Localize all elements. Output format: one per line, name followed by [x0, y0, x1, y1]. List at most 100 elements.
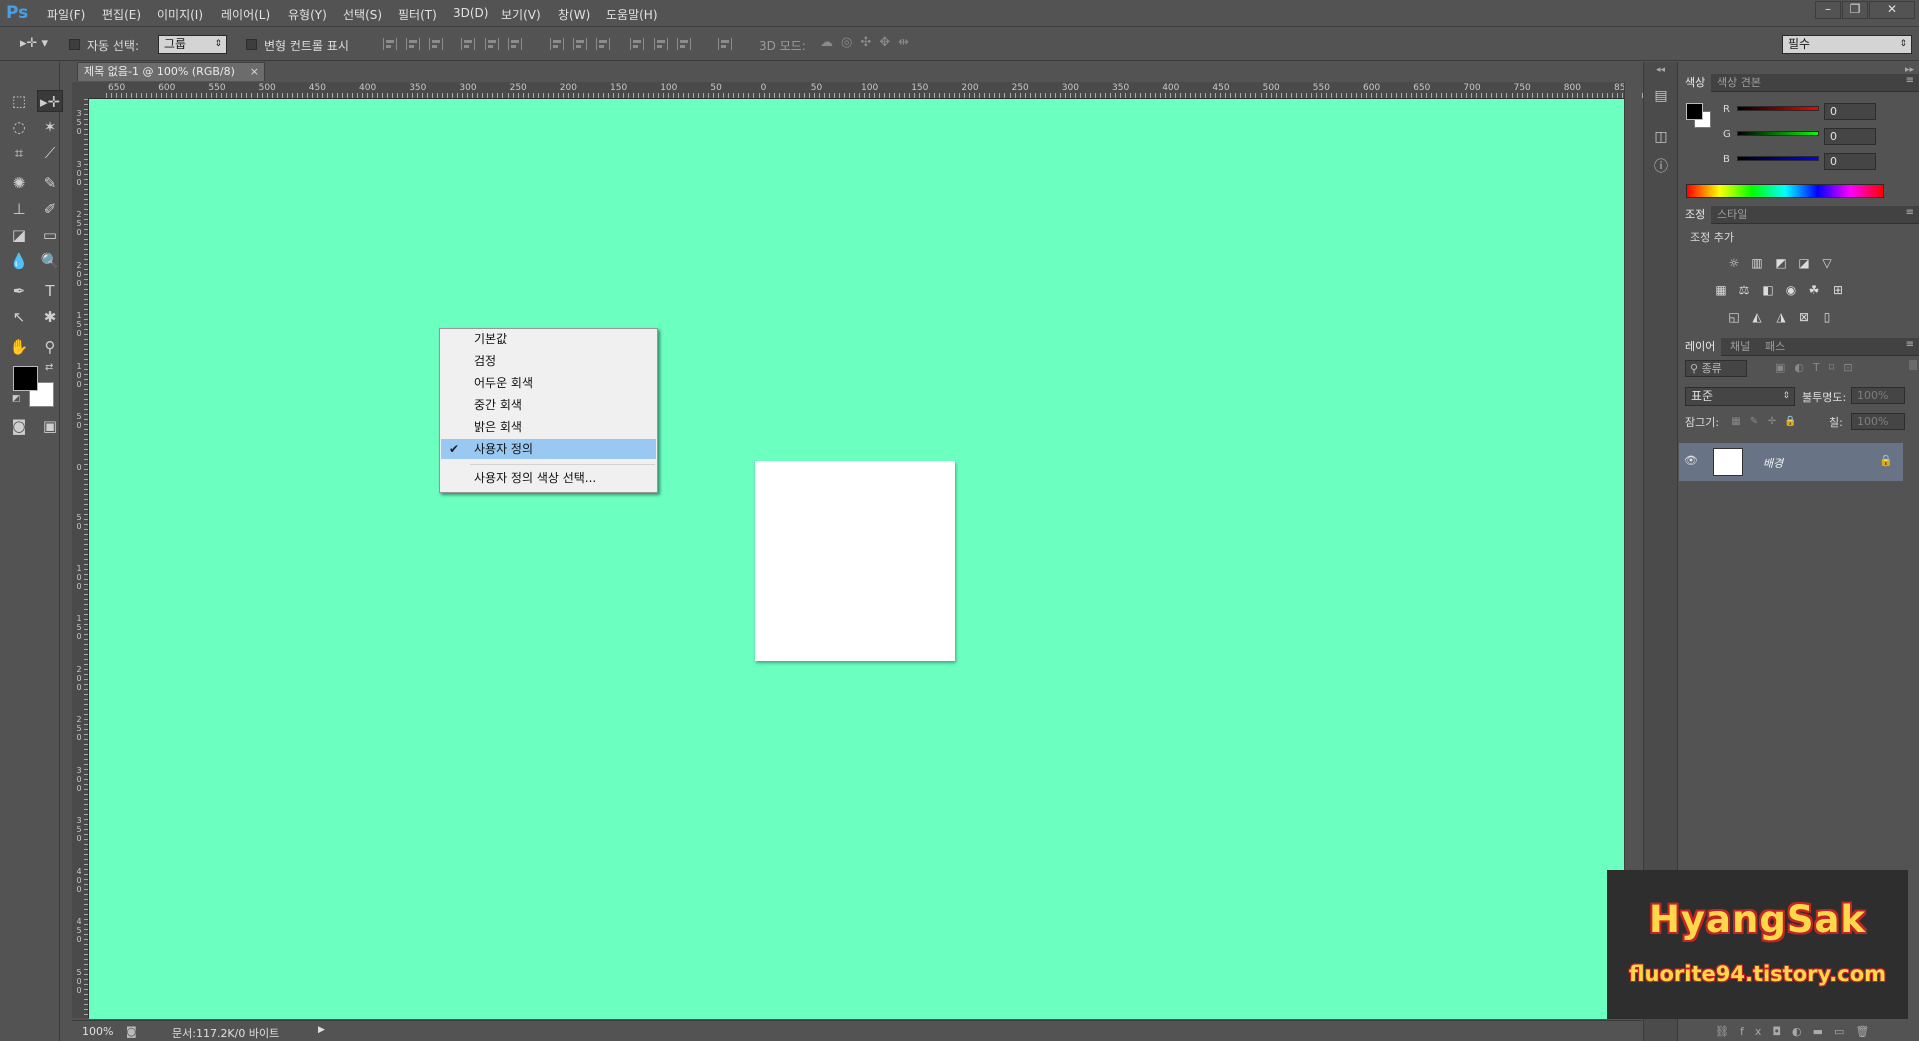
selective-color-icon[interactable]: ⊠	[1796, 310, 1812, 324]
threshold-icon[interactable]: ◮	[1773, 310, 1789, 324]
ctx-item-select-custom-color[interactable]: 사용자 정의 색상 선택...	[441, 468, 656, 488]
quick-mask-icon[interactable]: ◙	[6, 415, 32, 437]
eraser-tool-icon[interactable]: ◪	[6, 224, 32, 246]
distribute-left-icon[interactable]	[630, 38, 644, 50]
horizontal-ruler[interactable]: 650 600 550 500 450 400 350 300 250 200 150 100 50 0 5…	[88, 82, 1662, 99]
menu-select[interactable]: 선택(S)	[343, 6, 382, 23]
align-vcenter-icon[interactable]	[406, 38, 420, 50]
menu-help[interactable]: 도움말(H)	[606, 6, 658, 23]
channel-r-input[interactable]: 0	[1824, 103, 1876, 120]
zoom-level[interactable]: 100%	[82, 1025, 113, 1038]
auto-align-icon[interactable]	[718, 38, 732, 50]
tab-color[interactable]: 색상	[1679, 74, 1712, 92]
layer-name[interactable]: 배경	[1763, 455, 1783, 471]
black-white-icon[interactable]: ◧	[1760, 283, 1776, 297]
distribute-top-icon[interactable]	[550, 38, 564, 50]
screen-mode-icon[interactable]: ▣	[37, 415, 63, 437]
menu-filter[interactable]: 필터(T)	[398, 6, 437, 23]
curves-icon[interactable]: ◩	[1773, 256, 1789, 270]
vertical-ruler[interactable]: 3 5 0 3 0 0 2 5 0 2 0 0 1 5 0 1 0 0 5 0 0 5 0 1 0…	[72, 99, 89, 1018]
color-balance-icon[interactable]: ⚖	[1736, 283, 1752, 297]
tab-paths[interactable]: 패스	[1759, 338, 1791, 356]
color-spectrum-bar[interactable]	[1686, 184, 1884, 198]
menu-3d[interactable]: 3D(D)	[453, 6, 488, 20]
tab-swatches[interactable]: 색상 견본	[1711, 74, 1767, 92]
ctx-item-light-gray[interactable]: 밝은 회색	[441, 417, 656, 437]
ruler-origin[interactable]	[72, 82, 89, 99]
minimize-button[interactable]: –	[1815, 1, 1841, 19]
blend-mode-dropdown[interactable]: 표준 ⇕	[1685, 387, 1795, 406]
channel-b-slider[interactable]	[1737, 156, 1819, 161]
panel-menu-icon[interactable]: ≡	[1906, 207, 1914, 218]
align-left-icon[interactable]	[461, 38, 475, 50]
shape-tool-icon[interactable]: ✱	[37, 306, 63, 328]
collapse-dock-icon[interactable]: ◂◂	[1656, 65, 1665, 75]
tab-layers[interactable]: 레이어	[1679, 338, 1722, 356]
move-tool-preset-icon[interactable]: ▸✛ ▾	[20, 36, 48, 51]
invert-icon[interactable]: ◱	[1726, 310, 1742, 324]
history-brush-tool-icon[interactable]: ✐	[37, 198, 63, 220]
color-panel-foreground-swatch[interactable]	[1686, 103, 1703, 120]
distribute-right-icon[interactable]	[677, 38, 691, 50]
tab-channels[interactable]: 채널	[1724, 338, 1756, 356]
ctx-item-black[interactable]: 검정	[441, 351, 656, 371]
distribute-hcenter-icon[interactable]	[654, 38, 668, 50]
photo-filter-icon[interactable]: ◉	[1783, 283, 1799, 297]
align-bottom-icon[interactable]	[429, 38, 443, 50]
transform-controls-checkbox[interactable]	[246, 39, 257, 50]
menu-file[interactable]: 파일(F)	[47, 6, 85, 23]
swap-colors-icon[interactable]: ⇄	[45, 362, 53, 373]
posterize-icon[interactable]: ◭	[1749, 310, 1765, 324]
properties-panel-icon[interactable]: ◫	[1652, 128, 1670, 146]
align-right-icon[interactable]	[508, 38, 522, 50]
layer-filter-toggle[interactable]	[1909, 360, 1917, 370]
menu-type[interactable]: 유형(Y)	[288, 6, 327, 23]
layers-footer-icons[interactable]: ⛓fx◘◐▬▭🗑	[1715, 1025, 1880, 1038]
channel-g-slider[interactable]	[1737, 131, 1819, 136]
align-top-icon[interactable]	[383, 38, 397, 50]
exposure-icon[interactable]: ◪	[1796, 256, 1812, 270]
menu-window[interactable]: 창(W)	[558, 6, 590, 23]
levels-icon[interactable]: ▥	[1749, 256, 1765, 270]
marquee-tool-icon[interactable]: ⬚	[6, 90, 32, 112]
lock-image-icon[interactable]: ✎	[1748, 416, 1760, 428]
document-tab[interactable]: 제목 없음-1 @ 100% (RGB/8) ×	[77, 62, 265, 81]
layer-filter-dropdown[interactable]: ⚲ 종류	[1685, 360, 1747, 377]
channel-b-input[interactable]: 0	[1824, 153, 1876, 170]
status-menu-arrow-icon[interactable]: ▶	[318, 1025, 325, 1035]
panel-menu-icon[interactable]: ≡	[1906, 75, 1914, 86]
layer-filter-type-icons[interactable]: ▣◐T⌑⊡	[1775, 361, 1862, 374]
zoom-tool-icon[interactable]: ⚲	[37, 336, 63, 358]
status-info-icon[interactable]: ◙	[126, 1025, 137, 1038]
brush-tool-icon[interactable]: ✎	[37, 172, 63, 194]
healing-brush-tool-icon[interactable]: ✺	[6, 172, 32, 194]
fill-input[interactable]: 100%	[1851, 413, 1905, 430]
magic-wand-tool-icon[interactable]: ✶	[37, 116, 63, 138]
vibrance-icon[interactable]: ▽	[1819, 256, 1835, 270]
clone-stamp-tool-icon[interactable]: ⊥	[6, 198, 32, 220]
auto-select-checkbox[interactable]	[69, 39, 80, 50]
workspace-dropdown[interactable]: 필수 ⇕	[1782, 35, 1912, 54]
tab-styles[interactable]: 스타일	[1711, 206, 1753, 224]
hand-tool-icon[interactable]: ✋	[6, 336, 32, 358]
menu-edit[interactable]: 편집(E)	[102, 6, 141, 23]
opacity-input[interactable]: 100%	[1851, 387, 1905, 404]
distribute-vcenter-icon[interactable]	[573, 38, 587, 50]
brightness-contrast-icon[interactable]: ☼	[1726, 256, 1742, 270]
channel-g-input[interactable]: 0	[1824, 128, 1876, 145]
auto-select-dropdown[interactable]: 그룹 ⇕	[158, 35, 227, 54]
blur-tool-icon[interactable]: 💧	[6, 250, 32, 272]
channel-r-slider[interactable]	[1737, 106, 1819, 111]
channel-mixer-icon[interactable]: ☘	[1806, 283, 1822, 297]
crop-tool-icon[interactable]: ⌗	[6, 142, 32, 164]
align-hcenter-icon[interactable]	[485, 38, 499, 50]
gradient-map-icon[interactable]: ▯	[1819, 310, 1835, 324]
eye-visibility-icon[interactable]: 👁	[1684, 454, 1698, 467]
ctx-item-medium-gray[interactable]: 중간 회색	[441, 395, 656, 415]
lock-position-icon[interactable]: ✛	[1766, 416, 1778, 428]
tab-adjustments[interactable]: 조정	[1679, 206, 1712, 224]
eyedropper-tool-icon[interactable]: ⟋	[37, 142, 63, 164]
ctx-item-dark-gray[interactable]: 어두운 회색	[441, 373, 656, 393]
move-tool-icon[interactable]: ▸✛	[37, 90, 63, 112]
path-selection-tool-icon[interactable]: ↖	[6, 306, 32, 328]
